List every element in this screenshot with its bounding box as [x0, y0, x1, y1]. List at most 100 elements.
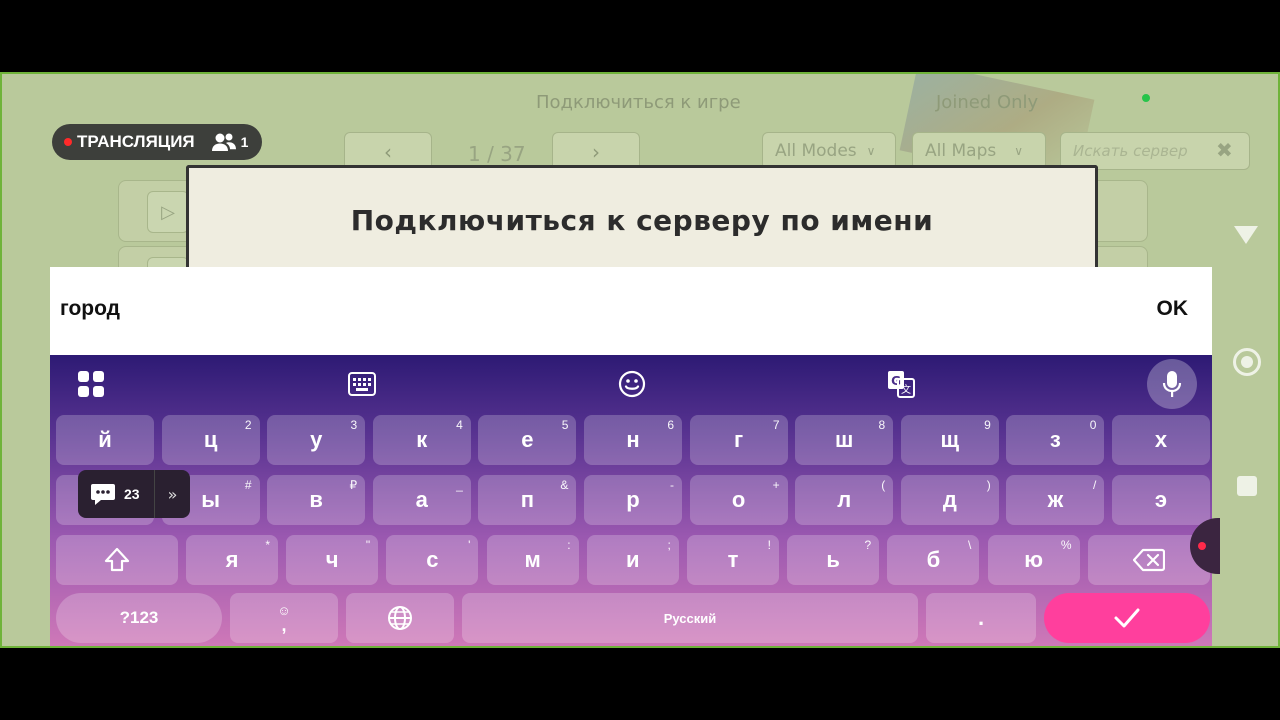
double-chevron-right-icon: »: [167, 484, 178, 504]
chevron-down-icon: ∨: [866, 144, 876, 158]
key-label: у: [310, 427, 323, 452]
key-м[interactable]: м:: [486, 535, 579, 585]
symbols-key[interactable]: ?123: [56, 593, 222, 643]
key-х[interactable]: х: [1112, 415, 1210, 465]
key-д[interactable]: д): [900, 475, 999, 525]
key-hint: 2: [244, 418, 252, 432]
key-label: щ: [940, 427, 960, 452]
chat-bubble-icon: [91, 484, 115, 505]
key-hint: 3: [350, 418, 358, 432]
server-name-input[interactable]: город: [60, 297, 120, 321]
language-switch-key[interactable]: [346, 593, 454, 643]
key-ж[interactable]: ж /: [1006, 475, 1105, 525]
online-indicator: [1142, 94, 1150, 102]
emoji-icon[interactable]: [617, 369, 647, 399]
key-к[interactable]: к4: [372, 415, 471, 465]
back-nav-icon[interactable]: [1234, 226, 1258, 244]
apps-grid-icon[interactable]: [76, 369, 106, 399]
key-ч[interactable]: ч ": [286, 535, 379, 585]
chat-widget[interactable]: 23 »: [78, 470, 190, 518]
key-label: ю: [1024, 547, 1043, 572]
keyboard-layout-icon[interactable]: [347, 369, 377, 399]
key-э[interactable]: э: [1112, 475, 1210, 525]
key-label: ч: [325, 547, 339, 572]
key-hint: \: [968, 538, 972, 552]
ok-button[interactable]: OK: [1157, 297, 1189, 321]
key-hint: :: [567, 538, 571, 552]
key-label: а: [415, 487, 428, 512]
comma-emoji-key[interactable]: ☺ ,: [230, 593, 338, 643]
key-п[interactable]: п &: [478, 475, 577, 525]
viewers-count: 1: [240, 134, 249, 150]
key-label: п: [520, 487, 535, 512]
expand-chat-button[interactable]: »: [154, 470, 190, 518]
key-я[interactable]: я *: [186, 535, 278, 585]
key-hint: ₽: [349, 478, 358, 492]
clear-search-icon[interactable]: ✖: [1216, 138, 1233, 162]
key-hint: ?: [864, 538, 872, 552]
chevron-down-icon: ∨: [1014, 144, 1024, 158]
key-р[interactable]: р-: [584, 475, 682, 525]
translate-icon[interactable]: G文: [886, 369, 916, 399]
key-й[interactable]: й: [56, 415, 154, 465]
key-hint: *: [265, 538, 270, 552]
key-hint: 8: [878, 418, 886, 432]
key-hint: !: [767, 538, 771, 552]
key-з[interactable]: з0: [1006, 415, 1105, 465]
key-label: й: [98, 427, 112, 452]
key-label: н: [626, 427, 640, 452]
broadcast-label: ТРАНСЛЯЦИЯ: [77, 132, 195, 151]
broadcast-badge[interactable]: ТРАНСЛЯЦИЯ 1: [52, 124, 262, 160]
play-icon[interactable]: ▷: [147, 191, 189, 233]
key-label: я: [225, 547, 239, 572]
key-б[interactable]: б \: [887, 535, 980, 585]
key-label: р: [626, 487, 640, 512]
key-ш[interactable]: ш8: [795, 415, 894, 465]
key-label: э: [1154, 487, 1168, 512]
key-label: ц: [203, 427, 218, 452]
space-key[interactable]: Русский: [462, 593, 918, 643]
period-key[interactable]: .: [926, 593, 1036, 643]
key-label: к: [416, 427, 428, 452]
joined-only-toggle[interactable]: Joined Only: [936, 92, 1038, 113]
key-е[interactable]: е5: [478, 415, 577, 465]
key-в[interactable]: в ₽: [267, 475, 366, 525]
key-г[interactable]: г7: [689, 415, 788, 465]
key-hint: (: [881, 478, 886, 492]
key-label: ш: [835, 427, 854, 452]
page-indicator: 1 / 37: [468, 142, 526, 166]
key-hint: &: [560, 478, 569, 492]
shift-key[interactable]: [56, 535, 178, 585]
key-ц[interactable]: ц2: [161, 415, 260, 465]
key-ь[interactable]: ь?: [787, 535, 880, 585]
key-л[interactable]: л(: [795, 475, 894, 525]
svg-text:文: 文: [901, 383, 911, 396]
key-hint: 6: [667, 418, 674, 432]
key-у[interactable]: у3: [267, 415, 366, 465]
comma-label: ,: [281, 615, 287, 635]
recents-nav-icon[interactable]: [1237, 476, 1257, 496]
key-label: и: [626, 547, 640, 572]
maps-select-value: All Maps: [925, 141, 997, 161]
key-label: ы: [201, 487, 220, 512]
home-nav-icon[interactable]: [1233, 348, 1261, 376]
key-а[interactable]: а _: [372, 475, 471, 525]
key-т[interactable]: т!: [687, 535, 779, 585]
key-о[interactable]: о +: [689, 475, 788, 525]
key-hint: ": [365, 538, 371, 552]
microphone-button[interactable]: [1147, 359, 1197, 409]
key-щ[interactable]: щ9: [900, 415, 999, 465]
key-с[interactable]: с ': [386, 535, 479, 585]
key-н[interactable]: н6: [584, 415, 682, 465]
enter-key[interactable]: [1044, 593, 1210, 643]
text-entry-bar[interactable]: город OK: [50, 267, 1212, 355]
key-hint: ': [468, 538, 471, 552]
key-hint: -: [670, 478, 674, 492]
key-ю[interactable]: ю%: [987, 535, 1080, 585]
globe-icon: [388, 606, 412, 630]
onscreen-keyboard: G文 ?123 ☺ , Русский . йц2у3к4е5н6г7ш8щ9з…: [50, 355, 1212, 646]
key-label: т: [727, 547, 739, 572]
key-hint: ;: [667, 538, 671, 552]
chevron-left-icon: ‹: [384, 140, 392, 164]
key-и[interactable]: и;: [586, 535, 679, 585]
